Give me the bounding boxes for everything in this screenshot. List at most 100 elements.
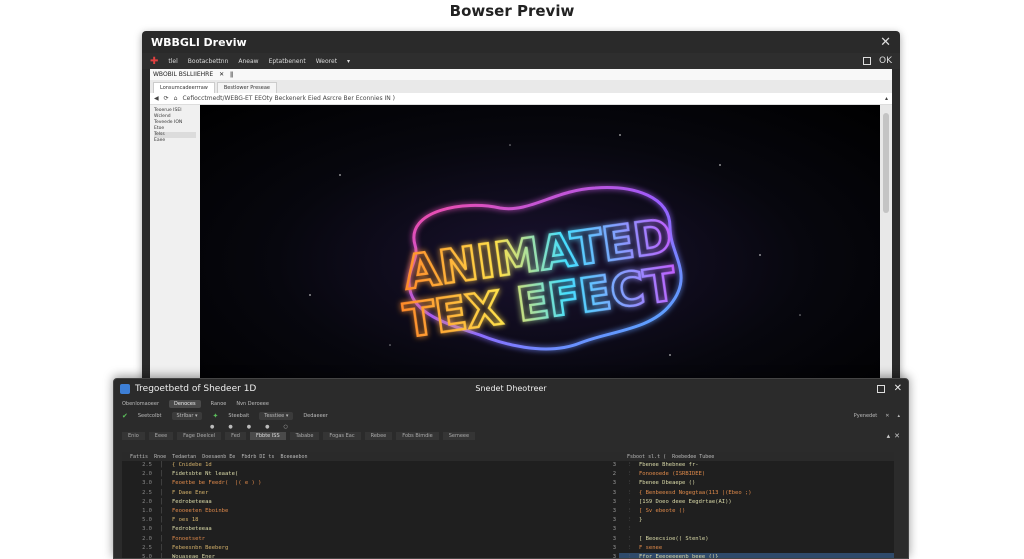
circle-icon[interactable]: ○ xyxy=(284,424,288,430)
editor-title: Tregoetbetd of Shedeer 1D xyxy=(135,383,257,394)
maximize-icon[interactable] xyxy=(863,57,871,65)
dot-icon[interactable]: ● xyxy=(228,424,232,430)
toolbar-item[interactable]: Aneaw xyxy=(238,58,258,65)
gutter-marker: ⋮ xyxy=(627,544,633,551)
code-line[interactable]: 5.0 │ F oes 18 3 xyxy=(122,516,622,525)
dot-icon[interactable]: ● xyxy=(265,424,269,430)
maximize-icon[interactable] xyxy=(876,385,885,393)
webgl-canvas[interactable]: ANIMATED TEX EFECT xyxy=(200,105,880,391)
chevron-down-icon[interactable]: ▾ xyxy=(347,58,350,65)
code-line[interactable]: 3.0 │ Fedrobeteeaa 3 xyxy=(122,525,622,534)
refresh-icon[interactable]: ⟳ xyxy=(164,95,169,102)
code-line[interactable]: 5.0 │ Wouaseae Ener 3 xyxy=(122,553,622,558)
pane-header-item[interactable]: Fsboot sl.t ( xyxy=(627,454,666,460)
gutter-marker: ⋮ xyxy=(627,553,633,559)
gutter-marker: ⋮ xyxy=(627,471,633,478)
code-line[interactable]: ⋮ Ffor Eeeoeeeenb beee ()} xyxy=(619,552,894,559)
panel-tab[interactable]: Semeee xyxy=(442,432,476,440)
scroll-thumb[interactable] xyxy=(883,113,889,213)
toolbar-item[interactable]: Weoret xyxy=(316,58,337,65)
browser-tab[interactable]: Bestlower Preseae xyxy=(216,82,277,93)
code-line[interactable]: 2.5 │ { Cnidebe 1d 3 xyxy=(122,461,622,470)
toolbar-dropdown[interactable]: Tesstiee ▾ xyxy=(259,412,294,420)
close-icon[interactable]: ✕ xyxy=(885,413,889,419)
panel-tab[interactable]: Enio xyxy=(122,432,145,440)
gutter-marker: ⋮ xyxy=(627,535,633,542)
menu-item[interactable]: Obenlomaoeer xyxy=(122,401,159,407)
close-icon[interactable]: ✕ xyxy=(894,383,902,394)
pane-header-item[interactable]: Rnoe xyxy=(154,454,166,460)
panel-tab[interactable]: Fage Deelcel xyxy=(177,432,222,440)
dot-icon[interactable]: ● xyxy=(210,424,214,430)
code-line[interactable]: ⋮ [1S9 Doeo deee Eegdrtae(AI)) xyxy=(619,498,894,507)
back-icon[interactable]: ◀ xyxy=(154,95,159,102)
pane-header-item[interactable]: Fbdrb DI ts xyxy=(241,454,274,460)
code-line[interactable]: 2.0 │ Fedrobeteeaa 3 xyxy=(122,498,622,507)
code-line[interactable]: 2.5 │ Febeesnbn Beeberg 3 xyxy=(122,544,622,553)
panel-tab[interactable]: Fobs Bimdie xyxy=(396,432,439,440)
code-line[interactable]: 2.0 │ Fonoetsetr 3 xyxy=(122,535,622,544)
ok-button[interactable]: OK xyxy=(879,56,892,66)
home-icon[interactable]: ⌂ xyxy=(174,95,178,102)
close-icon[interactable]: ✕ xyxy=(894,432,900,440)
menu-item[interactable]: Nvn Deroeee xyxy=(236,401,269,407)
pin-icon[interactable]: ǁ xyxy=(230,71,233,78)
line-number: 5.0 xyxy=(142,517,152,524)
sidebar-item[interactable]: Eaee xyxy=(154,138,196,144)
toolbar-item[interactable]: Steebait xyxy=(228,413,249,419)
toolbar-item[interactable]: Bootacbettnn xyxy=(188,58,229,65)
panel-tab[interactable]: Fed xyxy=(225,432,246,440)
code-line[interactable]: ⋮ Fonoeoede (ISRBIDEE) xyxy=(619,470,894,479)
code-line[interactable]: ⋮ xyxy=(619,525,894,534)
pane-header-item[interactable]: Bceeaebon xyxy=(280,454,307,460)
pin-icon[interactable]: ✦ xyxy=(212,412,218,420)
menu-item[interactable]: Ranoe xyxy=(211,401,227,407)
pane-header-item[interactable]: Doesaenb Ee xyxy=(202,454,235,460)
code-line[interactable]: ⋮ [ Beoecsioe(( Stenle) xyxy=(619,535,894,544)
gutter-marker: ⋮ xyxy=(627,526,633,533)
toolbar-item[interactable]: tlel xyxy=(168,58,177,65)
add-icon[interactable]: ✚ xyxy=(150,56,158,67)
pane-header-item[interactable]: Roebedee Tubee xyxy=(672,454,714,460)
pane-header: Fsboot sl.t ( Roebedee Tubee xyxy=(619,452,894,461)
panel-tab[interactable]: Fogas Eac xyxy=(323,432,361,440)
run-icon[interactable]: ✔ xyxy=(122,412,128,420)
code-line[interactable]: 1.0 │ Feooeeten Eboinbe 3 xyxy=(122,507,622,516)
browser-tab[interactable]: Lonsumcadeerrraw xyxy=(153,82,215,93)
code-text: Ffor Eeeoeeeenb beee ()} xyxy=(639,553,719,559)
toolbar-item[interactable]: Pyenedet xyxy=(854,413,878,419)
scroll-up-icon[interactable]: ▴ xyxy=(885,95,888,102)
code-line[interactable]: ⋮} xyxy=(619,516,894,525)
code-line[interactable]: ⋮ { Benbeeesd Nogegtaa(113 |(Ebeo ;) xyxy=(619,489,894,498)
shader-code-pane-right[interactable]: Fsboot sl.t ( Roebedee Tubee ⋮ Fbenee Bhe… xyxy=(619,452,894,559)
code-line[interactable]: ⋮ F senee xyxy=(619,544,894,553)
code-line[interactable]: ⋮ [ Sv ebeote () xyxy=(619,507,894,516)
code-line[interactable]: ⋮ Fbenee Bhebnee fr- xyxy=(619,461,894,470)
shader-code-pane-left[interactable]: Fattis Rnoe Tedaetan Doesaenb Ee Fbdrb D… xyxy=(122,452,622,558)
chevron-up-icon[interactable]: ▴ xyxy=(897,413,900,419)
panel-tab[interactable]: Rebee xyxy=(364,432,393,440)
panel-tabs: Enio Eeee Fage Deelcel Fed Fbbte ISS Tab… xyxy=(114,431,908,441)
toolbar-item[interactable]: Dedaeeer xyxy=(303,413,327,419)
code-line[interactable]: 3.0 │ Feoetbe be Feedr( |( e ) ) 3 xyxy=(122,479,622,488)
close-icon[interactable]: ✕ xyxy=(880,35,891,50)
chevron-up-icon[interactable]: ▴ xyxy=(887,432,891,440)
code-text: Feoetbe be Feedr( |( e ) ) xyxy=(172,480,262,487)
code-line[interactable]: 2.5 │ F Daee Ener 3 xyxy=(122,489,622,498)
pane-header-item[interactable]: Tedaetan xyxy=(172,454,196,460)
toolbar-dropdown[interactable]: Strlbar ▾ xyxy=(171,412,203,420)
toolbar-item[interactable]: Eptatbenent xyxy=(269,58,306,65)
close-icon[interactable]: ✕ xyxy=(219,71,224,78)
url-input[interactable]: Cefiocctmedt/WEBG-ET EEOty Beckenerk Eie… xyxy=(182,95,880,102)
line-number: 3.0 xyxy=(142,480,152,487)
dot-icon[interactable]: ● xyxy=(247,424,251,430)
toolbar-item[interactable]: Seetcolbt xyxy=(138,413,162,419)
menu-item[interactable]: Denoces xyxy=(169,399,201,408)
panel-tab[interactable]: Eeee xyxy=(148,432,174,440)
code-line[interactable]: 2.0 │ Fidetsbte Nt leaate(2 xyxy=(122,470,622,479)
vertical-scrollbar[interactable] xyxy=(880,105,892,391)
panel-tab[interactable]: Tababe xyxy=(289,432,320,440)
code-line[interactable]: ⋮ Fbenee Dbeaepe () xyxy=(619,479,894,488)
pane-header-item[interactable]: Fattis xyxy=(130,454,148,460)
panel-tab[interactable]: Fbbte ISS xyxy=(249,432,286,440)
